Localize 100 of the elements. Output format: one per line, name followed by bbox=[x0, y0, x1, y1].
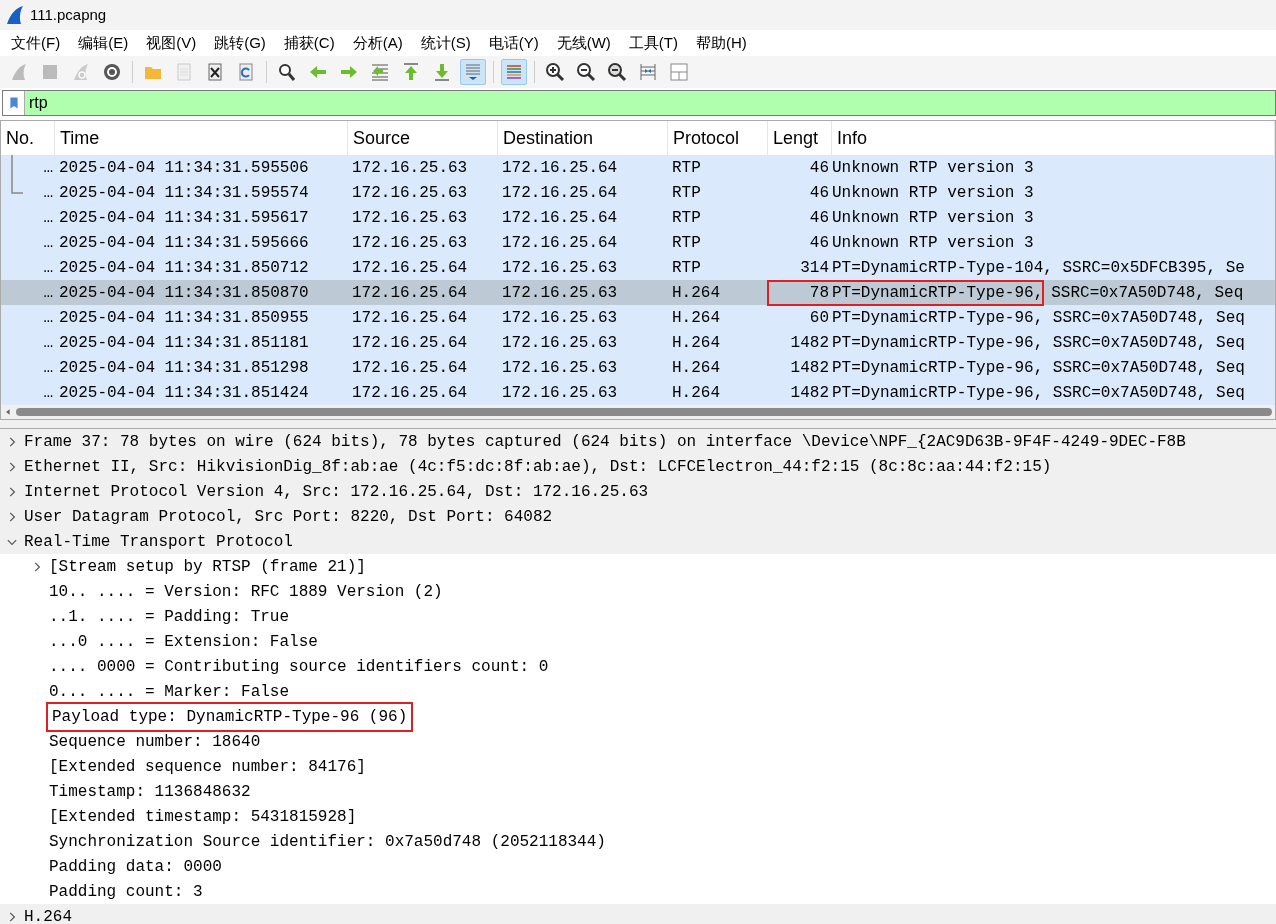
tree-row[interactable]: Real-Time Transport Protocol bbox=[0, 529, 1276, 554]
fin-icon bbox=[9, 62, 29, 82]
packet-row[interactable]: … 2025-04-04 11:34:31.851298 172.16.25.64 172.16.25.63 H.264 1482 PT=DynamicRTP-Type-96, SSRC=0x7A50D748, Seq bbox=[1, 355, 1275, 380]
tree-text: H.264 bbox=[24, 906, 72, 924]
table-cell-text: 2025-04-04 11:34:31.850955 bbox=[58, 307, 310, 329]
restart-fin-icon bbox=[71, 62, 91, 82]
table-cell-text: 46 bbox=[808, 207, 830, 229]
packet-row[interactable]: … 2025-04-04 11:34:31.595666 172.16.25.63 172.16.25.64 RTP 46 Unknown RTP version 3 bbox=[1, 230, 1275, 255]
packet-row[interactable]: … 2025-04-04 11:34:31.850712 172.16.25.64 172.16.25.63 RTP 314 PT=DynamicRTP-Type-104, SSRC=0x5DFCB395, Se bbox=[1, 255, 1275, 280]
menu-item[interactable]: 文件(F) bbox=[2, 31, 70, 55]
packet-row[interactable]: … 2025-04-04 11:34:31.595506 172.16.25.63 172.16.25.64 RTP 46 Unknown RTP version 3 bbox=[1, 155, 1275, 180]
tree-row[interactable]: H.264 bbox=[0, 904, 1276, 924]
table-cell-text: 172.16.25.64 bbox=[351, 257, 469, 279]
tree-row[interactable]: Frame 37: 78 bytes on wire (624 bits), 78 bytes captured (624 bits) on interface \Device\NPF_{2AC9D63B-9F4F-4249-9DEC-F8B bbox=[0, 429, 1276, 454]
tree-row[interactable]: Payload type: DynamicRTP-Type-96 (96) bbox=[0, 704, 1276, 729]
table-cell-text: 172.16.25.64 bbox=[351, 357, 469, 379]
tree-row[interactable]: [Extended timestamp: 5431815928] bbox=[0, 804, 1276, 829]
tree-text: Timestamp: 1136848632 bbox=[49, 781, 251, 803]
table-cell-text: … bbox=[43, 282, 53, 304]
tree-row[interactable]: ...0 .... = Extension: False bbox=[0, 629, 1276, 654]
tree-row[interactable]: Padding data: 0000 bbox=[0, 854, 1276, 879]
table-cell-text: RTP bbox=[671, 232, 702, 254]
table-cell-text: 172.16.25.63 bbox=[351, 207, 469, 229]
table-cell-text: 2025-04-04 11:34:31.595574 bbox=[58, 182, 310, 204]
tree-row[interactable]: 0... .... = Marker: False bbox=[0, 679, 1276, 704]
tree-row[interactable]: Ethernet II, Src: HikvisionDig_8f:ab:ae (4c:f5:dc:8f:ab:ae), Dst: LCFCElectron_44:f2:15 (8c:8c:aa:44:f2:15) bbox=[0, 454, 1276, 479]
colorize-button[interactable] bbox=[501, 59, 527, 85]
table-cell-text: 1482 bbox=[789, 357, 830, 379]
table-cell-text: Unknown RTP version 3 bbox=[832, 157, 1034, 179]
tree-row[interactable]: Sequence number: 18640 bbox=[0, 729, 1276, 754]
packet-row[interactable]: … 2025-04-04 11:34:31.595574 172.16.25.63 172.16.25.64 RTP 46 Unknown RTP version 3 bbox=[1, 180, 1275, 205]
reload-icon bbox=[236, 62, 256, 82]
table-cell-text: 1482 bbox=[789, 382, 830, 404]
menu-item[interactable]: 捕获(C) bbox=[274, 31, 344, 55]
menu-item[interactable]: 统计(S) bbox=[411, 31, 480, 55]
table-cell-text: PT=DynamicRTP-Type-96, bbox=[832, 282, 1044, 304]
table-cell-text: PT=DynamicRTP-Type-96, SSRC=0x7A50D748, Seq bbox=[832, 357, 1245, 379]
table-cell-text: Unknown RTP version 3 bbox=[832, 182, 1034, 204]
window-title: 111.pcapng bbox=[30, 4, 107, 25]
tree-row[interactable]: [Extended sequence number: 84176] bbox=[0, 754, 1276, 779]
tree-row[interactable]: ..1. .... = Padding: True bbox=[0, 604, 1276, 629]
tree-text: 10.. .... = Version: RFC 1889 Version (2) bbox=[49, 581, 443, 603]
table-cell-text: RTP bbox=[671, 157, 702, 179]
table-cell-text: 2025-04-04 11:34:31.595666 bbox=[58, 232, 310, 254]
zoom-out-icon bbox=[576, 62, 596, 82]
packet-row[interactable]: … 2025-04-04 11:34:31.851181 172.16.25.64 172.16.25.63 H.264 1482 PT=DynamicRTP-Type-96, SSRC=0x7A50D748, Seq bbox=[1, 330, 1275, 355]
tree-row[interactable]: Timestamp: 1136848632 bbox=[0, 779, 1276, 804]
zoom-reset-icon bbox=[607, 62, 627, 82]
table-cell-text: … bbox=[43, 257, 53, 279]
autoscroll-button[interactable] bbox=[460, 59, 486, 85]
packet-row[interactable]: … 2025-04-04 11:34:31.850955 172.16.25.64 172.16.25.63 H.264 60 PT=DynamicRTP-Type-96, SSRC=0x7A50D748, Seq bbox=[1, 305, 1275, 330]
table-cell-text: … bbox=[43, 182, 53, 204]
table-cell-text: … bbox=[43, 382, 53, 404]
menu-item[interactable]: 分析(A) bbox=[343, 31, 412, 55]
packet-row[interactable]: … 2025-04-04 11:34:31.851424 172.16.25.64 172.16.25.63 H.264 1482 PT=DynamicRTP-Type-96, SSRC=0x7A50D748, Seq bbox=[1, 380, 1275, 405]
tree-text: User Datagram Protocol, Src Port: 8220, Dst Port: 64082 bbox=[24, 506, 553, 528]
table-cell-text: 172.16.25.63 bbox=[501, 257, 619, 279]
table-cell-text: 172.16.25.63 bbox=[501, 307, 619, 329]
table-cell-text: 172.16.25.63 bbox=[351, 232, 469, 254]
table-cell-text: 172.16.25.63 bbox=[501, 282, 619, 304]
scrollbar-thumb[interactable] bbox=[16, 408, 1272, 416]
table-cell-text: … bbox=[43, 307, 53, 329]
table-cell-text: PT=DynamicRTP-Type-96, SSRC=0x7A50D748, Seq bbox=[832, 382, 1245, 404]
tree-row[interactable]: Synchronization Source identifier: 0x7a50d748 (2052118344) bbox=[0, 829, 1276, 854]
table-cell-text: 46 bbox=[808, 232, 830, 254]
table-cell-text: 172.16.25.64 bbox=[351, 307, 469, 329]
table-cell-text: 172.16.25.64 bbox=[351, 382, 469, 404]
table-cell-text: 172.16.25.64 bbox=[501, 157, 619, 179]
tree-row[interactable]: 10.. .... = Version: RFC 1889 Version (2) bbox=[0, 579, 1276, 604]
menu-item[interactable]: 工具(T) bbox=[619, 31, 687, 55]
tree-text: ...0 .... = Extension: False bbox=[49, 631, 318, 653]
tree-row[interactable]: .... 0000 = Contributing source identifiers count: 0 bbox=[0, 654, 1276, 679]
zoom-in-icon bbox=[545, 62, 565, 82]
menu-item[interactable]: 跳转(G) bbox=[205, 31, 275, 55]
tree-text: [Stream setup by RTSP (frame 21)] bbox=[49, 556, 366, 578]
tree-row[interactable]: Internet Protocol Version 4, Src: 172.16.25.64, Dst: 172.16.25.63 bbox=[0, 479, 1276, 504]
table-cell-text: 2025-04-04 11:34:31.595617 bbox=[58, 207, 310, 229]
table-cell-text: 172.16.25.64 bbox=[351, 332, 469, 354]
menu-item[interactable]: 编辑(E) bbox=[69, 31, 138, 55]
menu-item[interactable]: 无线(W) bbox=[547, 31, 620, 55]
go-to-packet-icon bbox=[370, 62, 390, 82]
table-cell-text: 2025-04-04 11:34:31.851298 bbox=[58, 357, 310, 379]
layout-icon bbox=[669, 62, 689, 82]
tree-row[interactable]: User Datagram Protocol, Src Port: 8220, Dst Port: 64082 bbox=[0, 504, 1276, 529]
menu-item[interactable]: 视图(V) bbox=[137, 31, 206, 55]
tree-row[interactable]: [Stream setup by RTSP (frame 21)] bbox=[0, 554, 1276, 579]
table-cell-text: H.264 bbox=[671, 357, 721, 379]
tree-text: Ethernet II, Src: HikvisionDig_8f:ab:ae (4c:f5:dc:8f:ab:ae), Dst: LCFCElectron_44:f2:15 (8c:8c:aa:44:f2:15) bbox=[24, 456, 1052, 478]
table-cell-text: 60 bbox=[808, 307, 830, 329]
packet-row[interactable]: … 2025-04-04 11:34:31.850870 172.16.25.64 172.16.25.63 H.264 78 PT=DynamicRTP-Type-96, SSRC=0x7A50D748, Seq bbox=[1, 280, 1275, 305]
table-cell-text: 172.16.25.63 bbox=[351, 157, 469, 179]
table-cell-text: SSRC=0x7A50D748, Seq bbox=[1050, 282, 1244, 304]
tree-row[interactable]: Padding count: 3 bbox=[0, 879, 1276, 904]
table-cell-text: … bbox=[43, 157, 53, 179]
packet-row[interactable]: … 2025-04-04 11:34:31.595617 172.16.25.63 172.16.25.64 RTP 46 Unknown RTP version 3 bbox=[1, 205, 1275, 230]
table-cell-text: 2025-04-04 11:34:31.851181 bbox=[58, 332, 310, 354]
table-cell-text: 172.16.25.64 bbox=[351, 282, 469, 304]
scroll-left-icon bbox=[4, 407, 12, 417]
menu-item[interactable]: 电话(Y) bbox=[479, 31, 548, 55]
menu-item[interactable]: 帮助(H) bbox=[686, 31, 756, 55]
